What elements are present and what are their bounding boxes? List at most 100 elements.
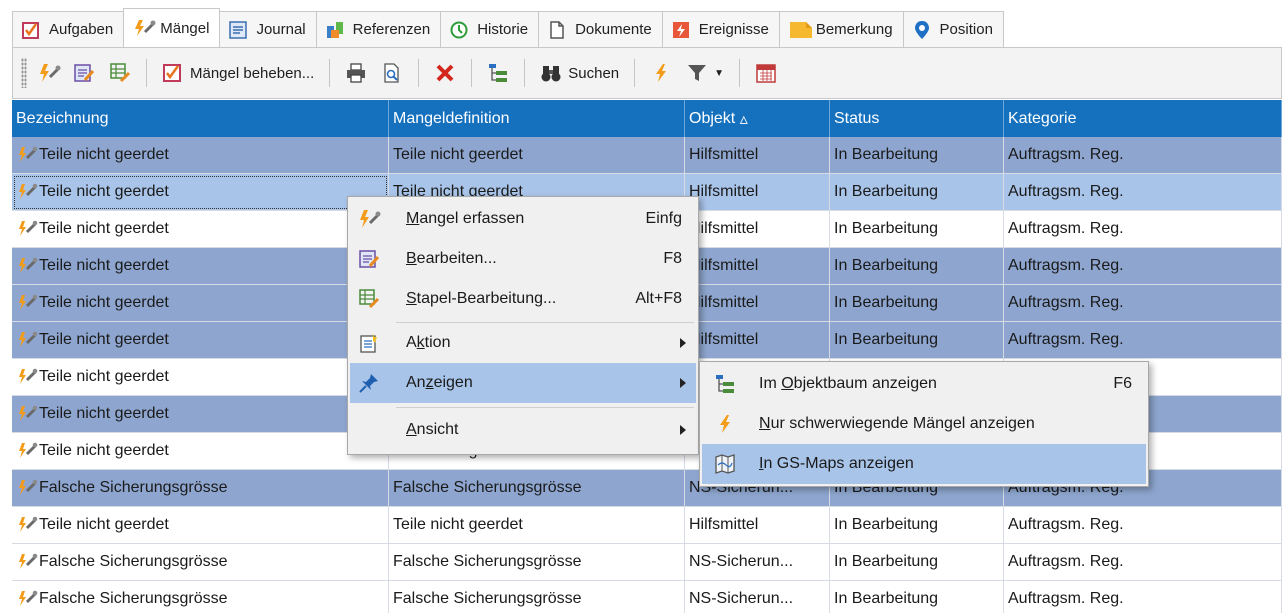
menu-item-bearbeiten[interactable]: Bearbeiten... F8 [350, 239, 696, 279]
print-preview-icon [381, 62, 403, 84]
tab-bemerkung[interactable]: Bemerkung [778, 11, 904, 47]
cell-bezeichnung: Falsche Sicherungsgrösse [12, 470, 389, 507]
tab-journal[interactable]: Journal [219, 11, 317, 47]
defect-icon [16, 367, 38, 387]
delete-button[interactable] [430, 56, 460, 90]
cell-mangeldefinition: Falsche Sicherungsgrösse [389, 470, 685, 507]
cell-text: Teile nicht geerdet [39, 516, 169, 533]
toolbar-separator [634, 59, 636, 87]
column-header-kategorie[interactable]: Kategorie [1004, 100, 1282, 137]
cell-text: In Bearbeitung [834, 220, 939, 237]
table-row[interactable]: Teile nicht geerdet Teile nicht geerdet Hi… [12, 507, 1282, 544]
column-header-objekt[interactable]: Objekt ▵ [685, 100, 830, 137]
tab-historie[interactable]: Historie [440, 11, 540, 47]
table-row[interactable]: Teile nicht geerdet Teile nicht geerdet Hi… [12, 137, 1282, 174]
tree-icon [702, 373, 748, 395]
menu-item-ansicht[interactable]: Ansicht [350, 410, 696, 450]
submenu-item-gs-maps[interactable]: In GS-Maps anzeigen [702, 444, 1146, 484]
cell-mangeldefinition: Teile nicht geerdet [389, 507, 685, 544]
print-preview-button[interactable] [377, 56, 407, 90]
sort-ascending-icon: ▵ [739, 110, 748, 128]
menu-item-label: Im Objektbaum anzeigen [759, 375, 937, 392]
cell-status: In Bearbeitung [830, 581, 1004, 613]
submenu-item-schwerwiegende[interactable]: Nur schwerwiegende Mängel anzeigen [702, 404, 1146, 444]
cell-kategorie: Auftragsm. Reg. [1004, 581, 1282, 613]
column-header-mangeldefinition[interactable]: Mangeldefinition [389, 100, 685, 137]
cell-text: Auftragsm. Reg. [1008, 257, 1124, 274]
cell-text: Teile nicht geerdet [393, 516, 523, 533]
fix-defects-label: Mängel beheben... [190, 64, 315, 82]
cell-status: In Bearbeitung [830, 507, 1004, 544]
cell-bezeichnung: Teile nicht geerdet [12, 322, 389, 359]
checkbox-icon [162, 62, 184, 84]
cell-text: Falsche Sicherungsgrösse [39, 479, 228, 496]
cell-kategorie: Auftragsm. Reg. [1004, 174, 1282, 211]
tab-dokumente[interactable]: Dokumente [538, 11, 663, 47]
defect-icon [16, 552, 38, 572]
submenu-arrow-icon [680, 425, 686, 435]
batch-edit-button[interactable] [105, 56, 135, 90]
history-icon [449, 20, 469, 40]
location-pin-icon [912, 20, 932, 40]
cell-status: In Bearbeitung [830, 322, 1004, 359]
menu-item-mangel-erfassen[interactable]: Mangel erfassen Einfg [350, 199, 696, 239]
cell-text: In Bearbeitung [834, 516, 939, 533]
tab-label: Dokumente [575, 21, 652, 38]
severe-defects-button[interactable] [646, 56, 676, 90]
column-header-bezeichnung[interactable]: Bezeichnung [12, 100, 389, 137]
edit-button[interactable] [69, 56, 99, 90]
column-header-label: Status [834, 109, 880, 127]
cell-text: Falsche Sicherungsgrösse [393, 553, 582, 570]
cell-objekt: Hilfsmittel [685, 322, 830, 359]
menu-item-stapel-bearbeitung[interactable]: Stapel-Bearbeitung... Alt+F8 [350, 279, 696, 319]
defect-icon [16, 293, 38, 313]
filter-dropdown-button[interactable]: ▼ [682, 56, 728, 90]
context-menu: Mangel erfassen Einfg Bearbeiten... F8 S… [347, 196, 699, 455]
cell-text: Auftragsm. Reg. [1008, 553, 1124, 570]
menu-item-anzeigen[interactable]: Anzeigen [350, 363, 696, 403]
cell-text: In Bearbeitung [834, 294, 939, 311]
cell-text: Auftragsm. Reg. [1008, 590, 1124, 607]
shortcut-key: F6 [1113, 375, 1132, 392]
cell-kategorie: Auftragsm. Reg. [1004, 248, 1282, 285]
defect-icon [16, 515, 38, 535]
tab-label: Bemerkung [815, 21, 893, 38]
object-tree-button[interactable] [483, 56, 513, 90]
batch-edit-icon [109, 62, 131, 84]
cell-text: Teile nicht geerdet [393, 146, 523, 163]
cell-text: NS-Sicherun... [689, 590, 794, 607]
edit-form-icon [350, 248, 388, 270]
tab-aufgaben[interactable]: Aufgaben [12, 11, 125, 47]
menu-item-aktion[interactable]: Aktion [350, 323, 696, 363]
defect-icon [16, 182, 38, 202]
defect-icon [16, 589, 38, 609]
grid-header: Bezeichnung Mangeldefinition Objekt ▵ St… [12, 100, 1282, 137]
calendar-button[interactable] [751, 56, 781, 90]
table-row[interactable]: Falsche Sicherungsgrösse Falsche Sicherun… [12, 544, 1282, 581]
toolbar-grip[interactable] [21, 58, 27, 88]
toolbar-separator [739, 59, 741, 87]
tab-position[interactable]: Position [902, 11, 1004, 47]
search-button[interactable]: Suchen [536, 56, 623, 90]
fix-defects-button[interactable]: Mängel beheben... [158, 56, 318, 90]
defect-icon [16, 478, 38, 498]
cell-text: Auftragsm. Reg. [1008, 220, 1124, 237]
tab-ereignisse[interactable]: Ereignisse [661, 11, 780, 47]
submenu-item-objektbaum[interactable]: Im Objektbaum anzeigen F6 [702, 364, 1146, 404]
cell-bezeichnung: Teile nicht geerdet [12, 359, 389, 396]
add-defect-button[interactable] [33, 56, 63, 90]
cell-text: Hilfsmittel [689, 294, 759, 311]
cell-kategorie: Auftragsm. Reg. [1004, 507, 1282, 544]
cell-text: In Bearbeitung [834, 553, 939, 570]
tab-maengel[interactable]: Mängel [123, 8, 221, 47]
references-icon [325, 20, 345, 40]
print-button[interactable] [341, 56, 371, 90]
cell-status: In Bearbeitung [830, 137, 1004, 174]
tab-referenzen[interactable]: Referenzen [315, 11, 442, 47]
table-row[interactable]: Falsche Sicherungsgrösse Falsche Sicherun… [12, 581, 1282, 613]
column-header-status[interactable]: Status [830, 100, 1004, 137]
chevron-down-icon: ▼ [714, 67, 725, 79]
cell-text: Teile nicht geerdet [39, 146, 169, 163]
tab-label: Position [939, 21, 993, 38]
cell-text: Hilfsmittel [689, 331, 759, 348]
